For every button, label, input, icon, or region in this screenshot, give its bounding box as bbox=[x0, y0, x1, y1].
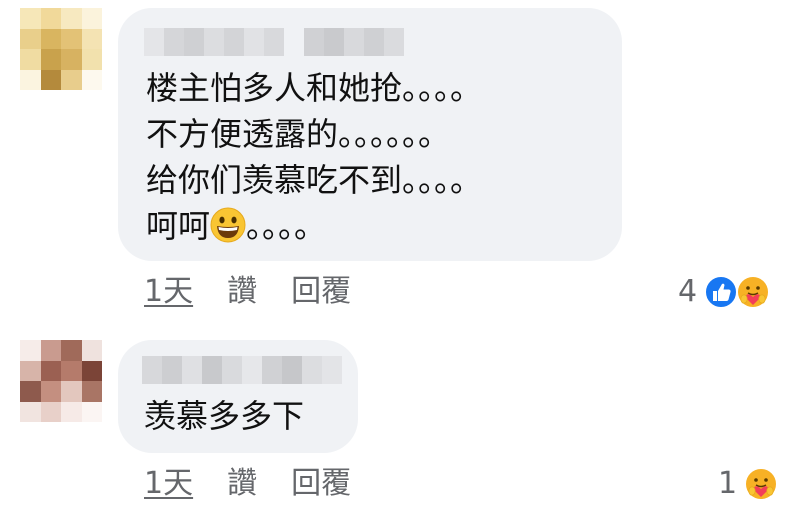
comment-bubble: 楼主怕多人和她抢。。。。 不方便透露的。。。。。。 给你们羡慕吃不到。。。。 呵… bbox=[118, 8, 622, 261]
author-name-blurred[interactable] bbox=[142, 356, 342, 384]
comment-bubble: 羡慕多多下 bbox=[118, 340, 358, 453]
comment-text-line: 不方便透露的。。。。。。 bbox=[146, 115, 451, 153]
reaction-summary[interactable]: 4 bbox=[678, 274, 771, 310]
comment-timestamp-link[interactable]: 1天 bbox=[144, 466, 193, 502]
avatar[interactable] bbox=[20, 8, 102, 90]
reply-button[interactable]: 回覆 bbox=[291, 274, 351, 310]
reaction-count: 4 bbox=[678, 274, 698, 309]
comment-timestamp-link[interactable]: 1天 bbox=[144, 274, 193, 310]
like-button[interactable]: 讚 bbox=[227, 274, 257, 310]
reply-button[interactable]: 回覆 bbox=[291, 466, 351, 502]
comment-actions: 1天 讚 回覆 bbox=[144, 274, 351, 310]
care-reaction-icon bbox=[743, 466, 779, 502]
like-button[interactable]: 讚 bbox=[227, 466, 257, 502]
like-reaction-icon bbox=[703, 274, 739, 310]
comment-text-line: 给你们羡慕吃不到。。。。 bbox=[146, 161, 483, 199]
comment-text-line: 楼主怕多人和她抢。。。。 bbox=[146, 69, 483, 107]
comment-text-segment: 。。。。 bbox=[246, 207, 327, 245]
reaction-summary[interactable]: 1 bbox=[718, 466, 779, 502]
avatar[interactable] bbox=[20, 340, 102, 422]
comment-text-line: 呵呵 。。。。 bbox=[146, 206, 326, 252]
comment-actions: 1天 讚 回覆 bbox=[144, 466, 351, 502]
care-reaction-icon bbox=[735, 274, 771, 310]
comment-text-segment: 呵呵 bbox=[146, 207, 211, 245]
comment-text-line: 羡慕多多下 bbox=[144, 397, 305, 435]
reaction-count: 1 bbox=[718, 466, 738, 501]
author-name-blurred[interactable] bbox=[144, 28, 404, 56]
grinning-face-emoji bbox=[210, 207, 246, 252]
